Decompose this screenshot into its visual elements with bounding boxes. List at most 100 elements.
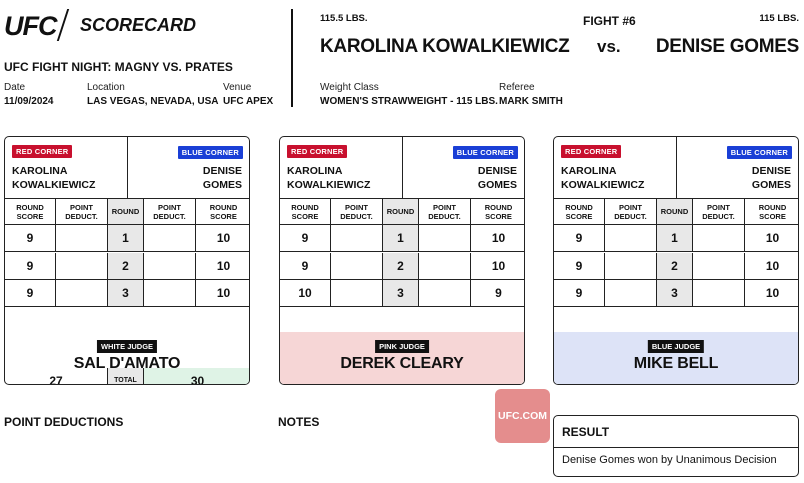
header-round: ROUND	[108, 199, 144, 225]
blue-point-deduct	[144, 252, 196, 280]
corner-row: RED CORNER KAROLINA KOWALKIEWICZ BLUE CO…	[554, 137, 798, 199]
blue-round-score: 10	[196, 280, 249, 308]
red-fighter-name: KAROLINA KOWALKIEWICZ	[320, 36, 570, 57]
red-point-deduct	[331, 252, 383, 280]
judge-area: BLUE JUDGE MIKE BELL	[554, 332, 798, 384]
blue-corner-badge: BLUE CORNER	[177, 146, 243, 159]
red-point-deduct	[605, 280, 657, 308]
header-round: ROUND	[657, 199, 693, 225]
round-number: 3	[383, 280, 419, 308]
blue-point-deduct	[693, 280, 745, 308]
blue-round-score: 10	[471, 253, 524, 280]
red-round-score: 9	[280, 225, 331, 252]
red-round-score: 9	[280, 252, 331, 280]
red-point-deduct	[605, 225, 657, 252]
ufc-logo: UFC	[4, 11, 57, 41]
round-number: 2	[108, 252, 144, 280]
red-corner-fighter: KAROLINA KOWALKIEWICZ	[561, 164, 644, 192]
header-red-round-score: ROUND SCORE	[5, 199, 56, 225]
header-blue-point-deduct: POINT DEDUCT.	[419, 199, 471, 225]
header-blue-point-deduct: POINT DEDUCT.	[693, 199, 745, 225]
vs-text: vs.	[597, 37, 621, 56]
corner-divider	[402, 137, 403, 199]
judge-area: PINK JUDGE DEREK CLEARY	[280, 332, 524, 384]
judge-label-badge: PINK JUDGE	[375, 340, 429, 353]
round-number: 1	[383, 225, 419, 252]
result-divider	[554, 447, 798, 448]
judge-label-badge: BLUE JUDGE	[647, 340, 705, 353]
judge-name: SAL D'AMATO	[73, 355, 181, 372]
red-corner-badge: RED CORNER	[561, 145, 622, 158]
blue-first-name: DENISE	[202, 165, 242, 177]
judge-scorecard-3: RED CORNER KAROLINA KOWALKIEWICZ BLUE CO…	[553, 136, 799, 385]
blue-round-score: 10	[745, 225, 798, 252]
blue-point-deduct	[693, 225, 745, 252]
referee-value: MARK SMITH	[499, 96, 563, 107]
red-last-name: KOWALKIEWICZ	[12, 179, 96, 191]
result-text: Denise Gomes won by Unanimous Decision	[562, 454, 777, 466]
result-title: RESULT	[562, 425, 610, 439]
corner-divider	[127, 137, 128, 199]
round-number: 2	[657, 252, 693, 280]
blue-point-deduct	[693, 252, 745, 280]
blue-fighter-name: DENISE GOMES	[655, 36, 799, 57]
corner-divider	[676, 137, 677, 199]
blue-round-score: 10	[196, 225, 249, 252]
red-round-score: 9	[554, 252, 605, 280]
header-blue-point-deduct: POINT DEDUCT.	[144, 199, 196, 225]
venue-value: UFC APEX	[223, 96, 274, 107]
blue-last-name: GOMES	[751, 179, 791, 191]
page-title: SCORECARD	[80, 15, 197, 35]
blue-point-deduct	[419, 280, 471, 308]
red-corner-badge: RED CORNER	[12, 145, 73, 158]
red-round-score: 9	[5, 252, 56, 280]
header-red-point-deduct: POINT DEDUCT.	[56, 199, 108, 225]
red-point-deduct	[56, 225, 108, 252]
header-red-point-deduct: POINT DEDUCT.	[605, 199, 657, 225]
blue-point-deduct	[144, 280, 196, 308]
blue-first-name: DENISE	[477, 165, 517, 177]
red-last-name: KOWALKIEWICZ	[287, 179, 371, 191]
red-round-score: 10	[280, 280, 331, 308]
round-number: 2	[383, 252, 419, 280]
date-value: 11/09/2024	[4, 96, 54, 107]
location-value: LAS VEGAS, NEVADA, USA	[87, 96, 219, 107]
corner-row: RED CORNER KAROLINA KOWALKIEWICZ BLUE CO…	[280, 137, 524, 199]
blue-round-score: 10	[745, 280, 798, 308]
blue-point-deduct	[419, 252, 471, 280]
judge-area: WHITE JUDGE SAL D'AMATO	[5, 332, 249, 384]
round-number: 3	[657, 280, 693, 308]
header-blue-round-score: ROUND SCORE	[196, 199, 249, 225]
point-deductions-title: POINT DEDUCTIONS	[4, 415, 124, 429]
header-red-round-score: ROUND SCORE	[554, 199, 605, 225]
red-point-deduct	[605, 252, 657, 280]
corner-row: RED CORNER KAROLINA KOWALKIEWICZ BLUE CO…	[5, 137, 249, 199]
blue-corner-fighter: DENISE GOMES	[203, 164, 242, 192]
red-point-deduct	[56, 252, 108, 280]
red-round-score: 9	[5, 280, 56, 308]
date-label: Date	[4, 82, 26, 93]
judge-scorecard-1: RED CORNER KAROLINA KOWALKIEWICZ BLUE CO…	[4, 136, 250, 385]
judge-scorecard-2: RED CORNER KAROLINA KOWALKIEWICZ BLUE CO…	[279, 136, 525, 385]
logo-divider	[56, 9, 70, 41]
judge-name: DEREK CLEARY	[340, 355, 464, 372]
fight-number: FIGHT #6	[583, 14, 636, 28]
header-divider	[291, 9, 293, 107]
weight-class-label: Weight Class	[320, 82, 379, 93]
blue-corner-badge: BLUE CORNER	[452, 146, 518, 159]
blue-round-score: 10	[196, 253, 249, 280]
red-first-name: KAROLINA	[287, 165, 343, 177]
notes-title: NOTES	[278, 415, 320, 429]
red-fighter-weight: 115.5 LBS.	[320, 13, 368, 24]
header-round: ROUND	[383, 199, 419, 225]
red-point-deduct	[331, 225, 383, 252]
blue-last-name: GOMES	[477, 179, 517, 191]
result-box: RESULT Denise Gomes won by Unanimous Dec…	[553, 415, 799, 477]
header-red-point-deduct: POINT DEDUCT.	[331, 199, 383, 225]
blue-last-name: GOMES	[202, 179, 242, 191]
blue-fighter-weight: 115 LBS.	[759, 13, 799, 24]
red-round-score: 9	[5, 225, 56, 252]
red-corner-fighter: KAROLINA KOWALKIEWICZ	[12, 164, 95, 192]
header-red-round-score: ROUND SCORE	[280, 199, 331, 225]
judge-label-badge: WHITE JUDGE	[96, 340, 158, 353]
